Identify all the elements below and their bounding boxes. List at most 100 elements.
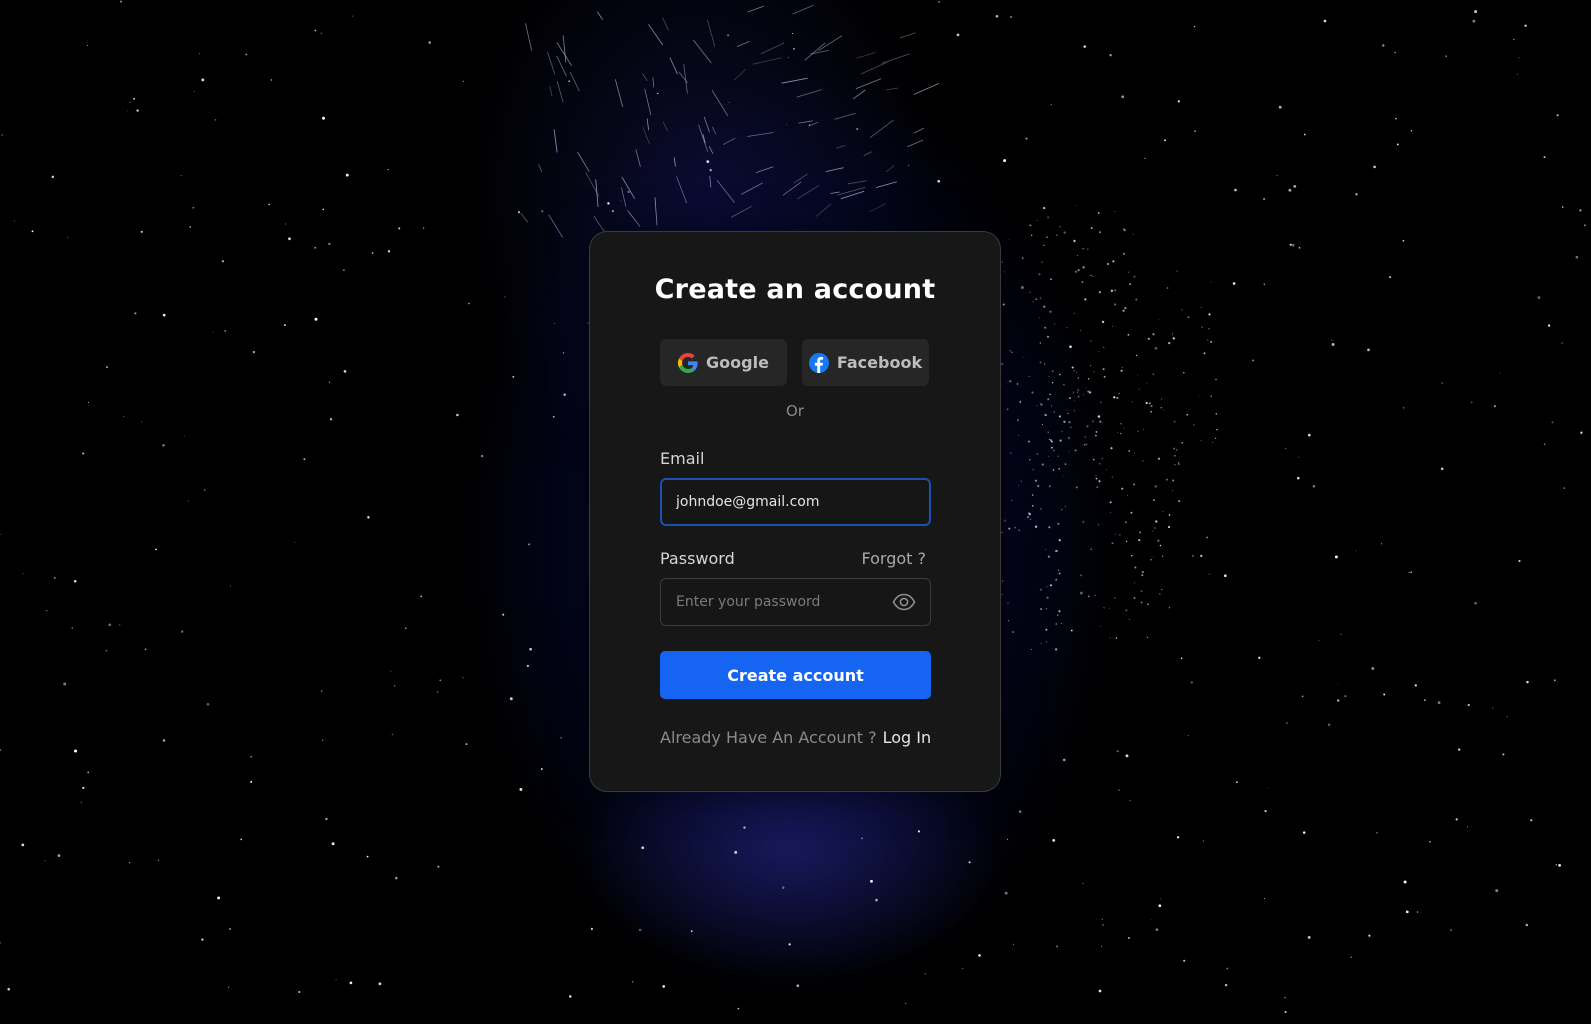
- password-field[interactable]: [676, 579, 886, 625]
- star: [1424, 699, 1426, 701]
- particle: [1030, 648, 1032, 650]
- star-streak: [793, 173, 808, 184]
- star: [1416, 911, 1419, 913]
- particle: [1138, 538, 1141, 542]
- particle: [1009, 380, 1012, 383]
- star: [1154, 346, 1158, 350]
- star: [1376, 832, 1378, 834]
- particle: [1075, 486, 1078, 489]
- star: [662, 985, 665, 988]
- star: [270, 79, 272, 81]
- particle: [1068, 397, 1072, 400]
- particle: [1074, 449, 1077, 452]
- star: [391, 733, 394, 736]
- star: [1368, 934, 1371, 937]
- email-field[interactable]: [676, 480, 886, 524]
- particle: [1018, 529, 1020, 531]
- star: [1285, 447, 1287, 449]
- forgot-password-link[interactable]: Forgot ?: [861, 549, 926, 568]
- particle: [1168, 607, 1171, 609]
- star-streak: [907, 139, 924, 148]
- star: [1101, 945, 1102, 947]
- star: [119, 0, 123, 3]
- particle: [1054, 550, 1057, 552]
- particle: [1051, 446, 1053, 449]
- particle: [1039, 588, 1043, 591]
- star-streak: [869, 203, 886, 213]
- particle: [1044, 326, 1047, 329]
- star: [240, 838, 243, 841]
- login-link[interactable]: Log In: [883, 728, 932, 747]
- create-account-button[interactable]: Create account: [660, 651, 931, 699]
- star: [21, 843, 25, 847]
- star: [352, 15, 354, 17]
- particle: [1162, 510, 1164, 512]
- star: [1526, 680, 1529, 684]
- particle: [1077, 269, 1080, 272]
- particle: [1031, 391, 1034, 394]
- star: [706, 160, 710, 163]
- particle: [1112, 260, 1115, 263]
- particle: [1086, 425, 1089, 428]
- particle: [1111, 542, 1114, 545]
- particle: [1090, 340, 1092, 342]
- particle: [1069, 426, 1072, 429]
- particle: [1150, 410, 1152, 413]
- particle: [1094, 594, 1097, 597]
- particle: [1210, 395, 1212, 398]
- particle: [1126, 494, 1129, 497]
- star: [1263, 898, 1265, 900]
- particle: [1157, 539, 1160, 542]
- star: [22, 573, 24, 574]
- star: [180, 174, 182, 177]
- facebook-signup-button[interactable]: Facebook: [802, 339, 929, 386]
- particle: [1193, 424, 1195, 426]
- star-streak: [834, 112, 856, 120]
- star: [1293, 185, 1297, 188]
- star-streak: [782, 181, 802, 196]
- star: [502, 613, 505, 616]
- particle: [1014, 527, 1016, 529]
- particle: [1028, 459, 1031, 461]
- star: [398, 227, 401, 230]
- star: [395, 876, 398, 880]
- star: [519, 787, 523, 791]
- particle: [1090, 274, 1092, 277]
- star: [1288, 188, 1292, 192]
- star-streak: [621, 187, 627, 207]
- star: [627, 190, 630, 194]
- particle: [1161, 555, 1164, 557]
- star: [367, 516, 370, 519]
- star: [1553, 679, 1556, 682]
- eye-icon[interactable]: [892, 592, 916, 612]
- particle: [1206, 339, 1209, 341]
- star-streak: [644, 88, 652, 116]
- star-streak: [847, 180, 867, 185]
- star-streak: [733, 69, 746, 81]
- star: [288, 237, 291, 241]
- particle: [1073, 391, 1075, 393]
- star: [1312, 484, 1316, 488]
- star: [1155, 928, 1159, 931]
- particle: [1173, 420, 1176, 423]
- particle: [1172, 479, 1175, 482]
- star: [540, 768, 543, 770]
- particle: [1016, 383, 1019, 385]
- star-streak: [809, 121, 819, 127]
- particle: [1128, 271, 1130, 273]
- star: [183, 435, 185, 437]
- particle: [1045, 628, 1048, 631]
- star-streak: [654, 197, 658, 226]
- particle: [1044, 413, 1047, 416]
- particle: [1027, 516, 1029, 519]
- star: [1367, 348, 1370, 352]
- star: [1056, 945, 1059, 948]
- star: [422, 227, 425, 229]
- star-streak: [860, 61, 888, 75]
- star: [1018, 810, 1022, 813]
- google-signup-button[interactable]: Google: [660, 339, 787, 386]
- particle: [1018, 485, 1020, 487]
- particle: [1152, 556, 1154, 558]
- star: [1455, 818, 1458, 821]
- star-streak: [837, 187, 866, 196]
